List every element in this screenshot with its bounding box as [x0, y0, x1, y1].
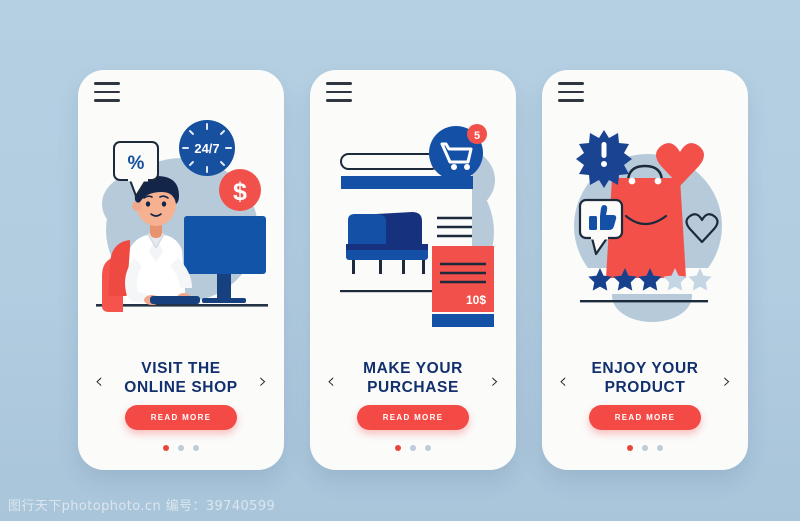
carousel-dot-active[interactable]	[163, 445, 169, 451]
hamburger-line	[94, 82, 120, 85]
carousel-dot[interactable]	[178, 445, 184, 451]
hamburger-line	[558, 90, 584, 94]
card-title-line-2: ONLINE SHOP	[124, 378, 238, 396]
card-title-line-1: ENJOY YOUR	[591, 360, 699, 377]
clock-24-7-label: 24/7	[194, 141, 219, 156]
screenshot-canvas: 24/7 % $ ‹ › VISIT THE ONLINE SHOP READ …	[0, 0, 800, 521]
hamburger-line	[558, 82, 584, 85]
card-title-line-2: PURCHASE	[367, 378, 459, 396]
hamburger-menu-icon[interactable]	[558, 82, 584, 102]
hamburger-menu-icon[interactable]	[326, 82, 352, 102]
dollar-coin-icon: $	[219, 169, 261, 211]
hamburger-menu-icon[interactable]	[94, 82, 120, 102]
card-title-line-1: MAKE YOUR	[363, 360, 463, 377]
hamburger-line	[94, 90, 120, 94]
price-label: 10$	[466, 293, 486, 307]
carousel-dot[interactable]	[425, 445, 431, 451]
card-enjoy-your-product[interactable]: ‹ › ENJOY YOUR PRODUCT READ MORE	[542, 70, 748, 470]
hamburger-line	[94, 99, 120, 102]
svg-text:%: %	[128, 153, 145, 174]
card-title-line-1: VISIT THE	[141, 360, 221, 377]
illustration-man-at-desktop-computer: 24/7 % $	[78, 108, 284, 358]
carousel-dot[interactable]	[657, 445, 663, 451]
svg-text:$: $	[233, 178, 247, 206]
hamburger-line	[326, 99, 352, 102]
card-title-line-2: PRODUCT	[604, 378, 686, 396]
carousel-dot-active[interactable]	[627, 445, 633, 451]
onboarding-card-carousel: 24/7 % $ ‹ › VISIT THE ONLINE SHOP READ …	[0, 0, 800, 490]
read-more-button[interactable]: READ MORE	[589, 405, 701, 430]
hamburger-line	[326, 90, 352, 94]
read-more-button[interactable]: READ MORE	[125, 405, 237, 430]
carousel-dots[interactable]	[542, 445, 748, 451]
carousel-dots[interactable]	[310, 445, 516, 451]
cart-count-badge: 5	[474, 130, 480, 142]
card-title: VISIT THE ONLINE SHOP	[104, 360, 258, 398]
hamburger-line	[558, 99, 584, 102]
hamburger-line	[326, 82, 352, 85]
illustration-online-store-page: 10$ 5	[310, 108, 516, 358]
carousel-dot[interactable]	[642, 445, 648, 451]
card-title: ENJOY YOUR PRODUCT	[568, 360, 722, 398]
card-title: MAKE YOUR PURCHASE	[336, 360, 490, 398]
illustration-shopping-bag-with-reviews	[542, 108, 748, 358]
price-card-icon: 10$	[432, 246, 494, 327]
carousel-dot[interactable]	[410, 445, 416, 451]
watermark-text: 图行天下photophoto.cn 编号：39740599	[8, 499, 276, 514]
card-make-your-purchase[interactable]: 10$ 5 ‹ › MAKE YOUR PURCHASE READ MORE	[310, 70, 516, 470]
carousel-dots[interactable]	[78, 445, 284, 451]
carousel-dot[interactable]	[193, 445, 199, 451]
card-visit-the-online-shop[interactable]: 24/7 % $ ‹ › VISIT THE ONLINE SHOP READ …	[78, 70, 284, 470]
read-more-button[interactable]: READ MORE	[357, 405, 469, 430]
carousel-dot-active[interactable]	[395, 445, 401, 451]
